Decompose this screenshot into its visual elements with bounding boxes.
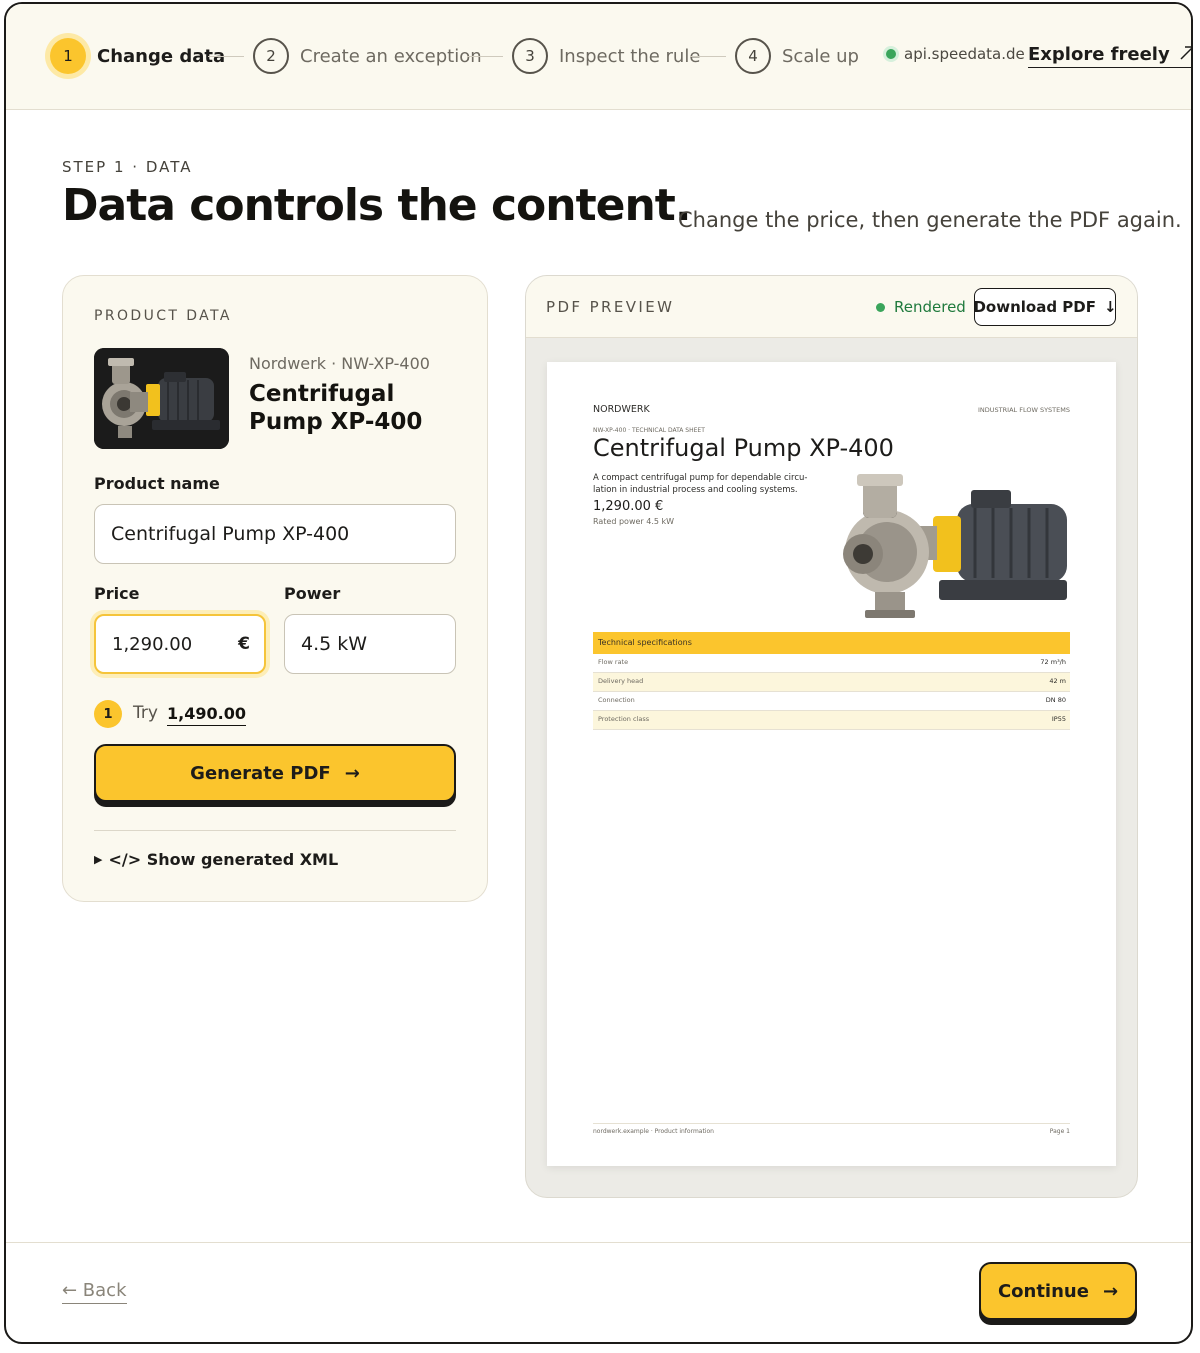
disclosure-triangle-icon: ▶ (94, 853, 103, 866)
show-xml-label: </> Show generated XML (108, 850, 339, 869)
stepper-bar: 1 Change data 2 Create an exception 3 In… (6, 4, 1191, 110)
product-name-input[interactable]: Centrifugal Pump XP-400 (94, 504, 456, 564)
step-connector (208, 56, 244, 57)
render-status: Rendered (876, 298, 966, 316)
price-value: 1,290.00 (112, 633, 193, 655)
pdf-pump-image (843, 474, 1067, 618)
step-create-exception[interactable]: 2 Create an exception (253, 37, 482, 75)
step-label: Change data (97, 45, 226, 67)
spec-key: Flow rate (598, 658, 629, 666)
pdf-footer-rule (593, 1123, 1070, 1124)
table-row: Delivery head 42 m (593, 673, 1070, 692)
external-arrow-icon (1180, 46, 1191, 60)
product-brand-line: Nordwerk · NW-XP-400 (249, 354, 430, 373)
currency-symbol: € (238, 634, 250, 654)
arrow-right-icon: → (1102, 1280, 1119, 1302)
pump-image (94, 348, 229, 449)
spec-value: DN 80 (1045, 696, 1066, 704)
pdf-description-line-2: lation in industrial process and cooling… (593, 485, 798, 495)
product-title: Centrifugal Pump XP-400 (249, 381, 423, 435)
spec-value: IP55 (1051, 715, 1066, 723)
table-row: Protection class IP55 (593, 711, 1070, 730)
page-title: Data controls the content. (62, 180, 692, 231)
step-label: Scale up (782, 45, 859, 67)
app-frame: 1 Change data 2 Create an exception 3 In… (4, 2, 1193, 1344)
divider (94, 830, 456, 831)
spec-key: Delivery head (598, 677, 644, 685)
continue-button[interactable]: Continue → (979, 1262, 1137, 1320)
arrow-right-icon: → (344, 762, 360, 784)
api-status: api.speedata.de (886, 45, 1025, 63)
pdf-spec-heading: Technical specifications (593, 632, 1070, 654)
product-name-label: Product name (94, 474, 220, 493)
power-value: 4.5 kW (301, 633, 368, 655)
step-label: Inspect the rule (559, 45, 701, 67)
step-scale-up[interactable]: 4 Scale up (735, 37, 859, 75)
pdf-rated-power: Rated power 4.5 kW (593, 517, 674, 526)
preview-label: PDF PREVIEW (546, 298, 675, 316)
pdf-page: NORDWERK INDUSTRIAL FLOW SYSTEMS NW-XP-4… (547, 362, 1116, 1166)
explore-freely-link[interactable]: Explore freely (1028, 44, 1191, 68)
back-link[interactable]: ← Back (62, 1280, 127, 1304)
preview-header: PDF PREVIEW Rendered Download PDF ↓ (526, 276, 1137, 338)
product-data-card: PRODUCT DATA Nordwerk · NW-XP-400 Centri… (62, 275, 488, 902)
continue-label: Continue (997, 1280, 1089, 1302)
status-dot-icon (876, 302, 885, 312)
power-input[interactable]: 4.5 kW (284, 614, 456, 674)
price-input[interactable]: 1,290.00 € (94, 614, 266, 674)
download-pdf-button[interactable]: Download PDF ↓ (973, 288, 1117, 326)
step-change-data[interactable]: 1 Change data (50, 37, 225, 75)
step-inspect-rule[interactable]: 3 Inspect the rule (512, 37, 700, 75)
table-row: Connection DN 80 (593, 692, 1070, 711)
render-status-text: Rendered (894, 298, 966, 316)
pdf-brand: NORDWERK (593, 404, 650, 415)
generate-pdf-button[interactable]: Generate PDF → (94, 744, 456, 802)
spec-key: Connection (598, 696, 635, 704)
step-connector (467, 56, 503, 57)
page-subtitle: Change the price, then generate the PDF … (678, 208, 1182, 232)
product-thumbnail (94, 348, 229, 449)
pdf-doc-kind: NW-XP-400 · TECHNICAL DATA SHEET (593, 427, 705, 434)
hint-badge: 1 (94, 700, 122, 728)
step-label: Create an exception (300, 45, 482, 67)
pdf-footer-left: nordwerk.example · Product information (593, 1128, 714, 1135)
spec-value: 42 m (1049, 677, 1066, 685)
download-label: Download PDF (973, 298, 1096, 316)
spec-value: 72 m³/h (1040, 658, 1066, 666)
arrow-down-icon: ↓ (1103, 298, 1117, 316)
try-price-link[interactable]: 1,490.00 (167, 704, 246, 726)
footer-divider (6, 1242, 1191, 1243)
pdf-rated-power-label: Rated power (593, 517, 644, 526)
step-eyebrow: STEP 1 · DATA (62, 158, 193, 176)
pdf-title: Centrifugal Pump XP-400 (593, 434, 894, 462)
pdf-description-line-1: A compact centrifugal pump for dependabl… (593, 473, 808, 483)
power-label: Power (284, 584, 341, 603)
show-xml-toggle[interactable]: ▶ </> Show generated XML (94, 850, 338, 869)
api-host: api.speedata.de (904, 45, 1025, 63)
table-row: Flow rate 72 m³/h (593, 654, 1070, 673)
step-number: 3 (512, 38, 548, 74)
pdf-rated-power-value: 4.5 kW (646, 517, 675, 526)
explore-label: Explore freely (1028, 44, 1170, 65)
pdf-footer-right: Page 1 (1049, 1128, 1070, 1135)
pdf-preview-card: PDF PREVIEW Rendered Download PDF ↓ NORD… (525, 275, 1138, 1198)
spec-key: Protection class (598, 715, 650, 723)
step-number: 4 (735, 38, 771, 74)
try-text: Try (133, 703, 158, 723)
generate-pdf-label: Generate PDF (190, 762, 331, 784)
pdf-spec-heading-text: Technical specifications (598, 638, 692, 647)
price-label: Price (94, 584, 140, 603)
step-number: 2 (253, 38, 289, 74)
pdf-category: INDUSTRIAL FLOW SYSTEMS (978, 406, 1070, 414)
section-label: PRODUCT DATA (94, 308, 232, 324)
status-dot-icon (886, 49, 896, 59)
step-connector (690, 56, 726, 57)
step-number: 1 (50, 38, 86, 74)
product-name-value: Centrifugal Pump XP-400 (111, 523, 350, 545)
pdf-price: 1,290.00 € (593, 499, 664, 514)
